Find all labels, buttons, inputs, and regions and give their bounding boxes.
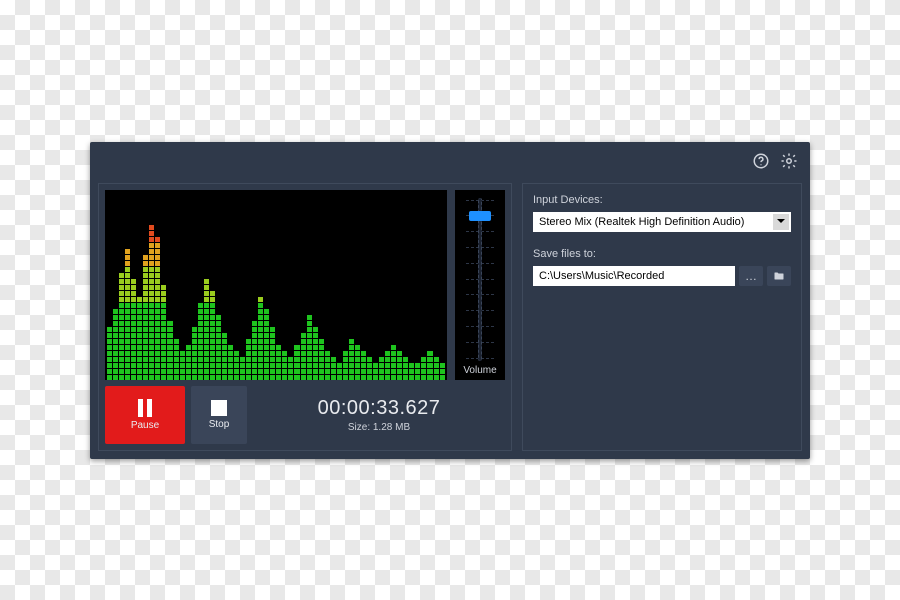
status-display: 00:00:33.627 Size: 1.28 MB xyxy=(253,386,505,444)
left-panel: Volume Pause Stop 00:00:33.627 Size: 1.2… xyxy=(98,183,512,451)
pause-icon xyxy=(138,399,152,417)
save-path-label: Save files to: xyxy=(533,248,791,260)
spectrum-analyzer xyxy=(105,190,447,380)
pause-button-label: Pause xyxy=(131,420,159,431)
more-button[interactable]: … xyxy=(739,266,763,286)
recorder-window: Volume Pause Stop 00:00:33.627 Size: 1.2… xyxy=(90,142,810,459)
volume-panel: Volume xyxy=(455,190,505,380)
titlebar xyxy=(98,150,802,183)
stop-button-label: Stop xyxy=(209,419,230,430)
stop-icon xyxy=(211,400,227,416)
pause-button[interactable]: Pause xyxy=(105,386,185,444)
save-path-row: … xyxy=(533,266,791,286)
chevron-down-icon xyxy=(773,214,789,230)
controls-row: Pause Stop 00:00:33.627 Size: 1.28 MB xyxy=(105,386,505,444)
input-device-select[interactable]: Stereo Mix (Realtek High Definition Audi… xyxy=(533,212,791,232)
browse-folder-button[interactable] xyxy=(767,266,791,286)
volume-label: Volume xyxy=(463,365,496,376)
input-devices-label: Input Devices: xyxy=(533,194,791,206)
folder-icon xyxy=(773,270,785,282)
stop-button[interactable]: Stop xyxy=(191,386,247,444)
input-device-value: Stereo Mix (Realtek High Definition Audi… xyxy=(539,216,744,228)
save-path-input[interactable] xyxy=(533,266,735,286)
help-icon[interactable] xyxy=(752,152,770,175)
right-panel: Input Devices: Stereo Mix (Realtek High … xyxy=(522,183,802,451)
visualizer-row: Volume xyxy=(105,190,505,380)
gear-icon[interactable] xyxy=(780,152,798,175)
main-area: Volume Pause Stop 00:00:33.627 Size: 1.2… xyxy=(98,183,802,451)
file-size: Size: 1.28 MB xyxy=(348,422,410,433)
volume-slider-thumb[interactable] xyxy=(469,211,491,221)
ellipsis-icon: … xyxy=(745,269,757,283)
volume-slider-track[interactable] xyxy=(478,198,482,361)
elapsed-time: 00:00:33.627 xyxy=(318,397,441,420)
